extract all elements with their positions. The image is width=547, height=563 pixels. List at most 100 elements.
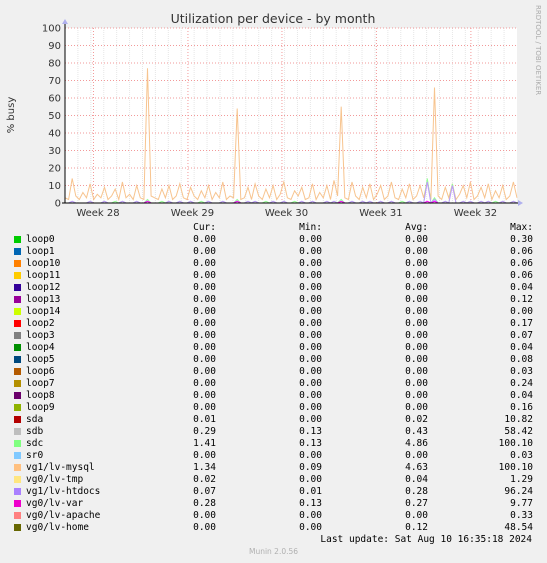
legend-max-value: 0.03 <box>510 366 533 377</box>
legend-series-name: loop11 <box>26 270 61 281</box>
legend-row: loop11 0.00 0.00 0.00 0.06 <box>0 270 547 282</box>
legend-avg-value: 0.00 <box>405 258 428 269</box>
x-tick-label: Week 32 <box>454 208 497 219</box>
legend-avg-value: 0.00 <box>405 366 428 377</box>
y-tick-label: 100 <box>42 24 61 35</box>
legend-cur-value: 0.00 <box>193 294 216 305</box>
legend-avg-value: 0.43 <box>405 426 428 437</box>
legend-row: vg1/lv-mysql 1.34 0.09 4.63 100.10 <box>0 462 547 474</box>
legend-min-value: 0.13 <box>299 438 322 449</box>
legend-row: loop14 0.00 0.00 0.00 0.00 <box>0 306 547 318</box>
legend-min-value: 0.00 <box>299 450 322 461</box>
legend-row: sr0 0.00 0.00 0.00 0.03 <box>0 450 547 462</box>
legend-cur-value: 0.01 <box>193 414 216 425</box>
legend-max-value: 0.04 <box>510 390 533 401</box>
x-tick-label: Week 29 <box>171 208 214 219</box>
legend-row: loop5 0.00 0.00 0.00 0.08 <box>0 354 547 366</box>
legend-max-value: 100.10 <box>498 462 533 473</box>
legend-row: vg0/lv-home 0.00 0.00 0.12 48.54 <box>0 522 547 534</box>
legend-avg-value: 0.00 <box>405 378 428 389</box>
legend-min-value: 0.09 <box>299 462 322 473</box>
legend-swatch <box>14 260 21 267</box>
legend-swatch <box>14 308 21 315</box>
legend-cur-value: 0.00 <box>193 366 216 377</box>
legend-swatch <box>14 368 21 375</box>
legend-row: loop8 0.00 0.00 0.00 0.04 <box>0 390 547 402</box>
plot-area: 0 10 20 30 40 50 60 70 80 90 100 Week 28 Week 29 Week… <box>42 19 523 219</box>
legend-series-name: loop2 <box>26 318 55 329</box>
legend-avg-value: 0.12 <box>405 522 428 533</box>
legend-row: vg1/lv-htdocs 0.07 0.01 0.28 96.24 <box>0 486 547 498</box>
y-axis-arrow <box>62 19 68 24</box>
legend-cur-value: 0.00 <box>193 246 216 257</box>
legend-row: loop7 0.00 0.00 0.00 0.24 <box>0 378 547 390</box>
legend-min-value: 0.00 <box>299 414 322 425</box>
legend-series-name: vg1/lv-htdocs <box>26 486 101 497</box>
y-tick-label: 20 <box>48 164 61 175</box>
legend-cur-value: 0.00 <box>193 258 216 269</box>
legend-cur-value: 0.00 <box>193 510 216 521</box>
legend-swatch <box>14 332 21 339</box>
legend-avg-value: 0.00 <box>405 270 428 281</box>
y-tick-label: 50 <box>48 111 61 122</box>
munin-version: Munin 2.0.56 <box>248 547 299 556</box>
legend-series-name: loop12 <box>26 282 61 293</box>
legend-min-value: 0.00 <box>299 270 322 281</box>
legend-series-name: loop1 <box>26 246 55 257</box>
legend-max-value: 0.24 <box>510 378 533 389</box>
legend-swatch <box>14 524 21 531</box>
legend-swatch <box>14 296 21 303</box>
x-axis-arrow <box>518 200 523 206</box>
legend-min-value: 0.00 <box>299 282 322 293</box>
legend-min-value: 0.00 <box>299 378 322 389</box>
header-max: Max: <box>510 222 533 233</box>
legend-max-value: 0.12 <box>510 294 533 305</box>
legend-avg-value: 0.00 <box>405 354 428 365</box>
legend-swatch <box>14 512 21 519</box>
legend-series-name: loop7 <box>26 378 55 389</box>
legend-swatch <box>14 500 21 507</box>
legend-avg-value: 0.00 <box>405 510 428 521</box>
legend-swatch <box>14 416 21 423</box>
legend-row: vg0/lv-tmp 0.02 0.00 0.04 1.29 <box>0 474 547 486</box>
legend-min-value: 0.01 <box>299 486 322 497</box>
legend-avg-value: 0.04 <box>405 474 428 485</box>
legend-cur-value: 0.00 <box>193 378 216 389</box>
legend-min-value: 0.00 <box>299 390 322 401</box>
legend-row: loop4 0.00 0.00 0.00 0.04 <box>0 342 547 354</box>
x-tick-label: Week 28 <box>76 208 119 219</box>
chart-title: Utilization per device - by month <box>171 11 376 26</box>
legend-avg-value: 0.00 <box>405 402 428 413</box>
legend-min-value: 0.00 <box>299 234 322 245</box>
legend-swatch <box>14 344 21 351</box>
legend-avg-value: 0.00 <box>405 390 428 401</box>
legend-min-value: 0.00 <box>299 294 322 305</box>
legend-cur-value: 0.00 <box>193 354 216 365</box>
legend-cur-value: 0.00 <box>193 330 216 341</box>
legend-row: sdc 1.41 0.13 4.86 100.10 <box>0 438 547 450</box>
legend-avg-value: 0.00 <box>405 318 428 329</box>
legend-series-name: vg0/lv-tmp <box>26 474 84 485</box>
legend-max-value: 9.77 <box>510 498 533 509</box>
legend-row: vg0/lv-apache 0.00 0.00 0.00 0.33 <box>0 510 547 522</box>
legend-cur-value: 0.07 <box>193 486 216 497</box>
legend-avg-value: 0.00 <box>405 234 428 245</box>
legend-max-value: 100.10 <box>498 438 533 449</box>
legend-series-name: loop8 <box>26 390 55 401</box>
legend-swatch <box>14 476 21 483</box>
legend-swatch <box>14 356 21 363</box>
legend-series-name: loop5 <box>26 354 55 365</box>
legend-series-name: vg0/lv-var <box>26 498 84 509</box>
legend-max-value: 0.06 <box>510 270 533 281</box>
y-axis-label: % busy <box>6 97 17 134</box>
legend-min-value: 0.00 <box>299 306 322 317</box>
legend-row: loop13 0.00 0.00 0.00 0.12 <box>0 294 547 306</box>
legend-cur-value: 0.28 <box>193 498 216 509</box>
legend-header: Cur: Min: Avg: Max: <box>0 222 547 234</box>
legend-max-value: 1.29 <box>510 474 533 485</box>
y-tick-label: 40 <box>48 129 61 140</box>
legend-row: loop0 0.00 0.00 0.00 0.30 <box>0 234 547 246</box>
legend-series-name: vg0/lv-apache <box>26 510 101 521</box>
legend-avg-value: 0.00 <box>405 294 428 305</box>
legend-min-value: 0.00 <box>299 354 322 365</box>
